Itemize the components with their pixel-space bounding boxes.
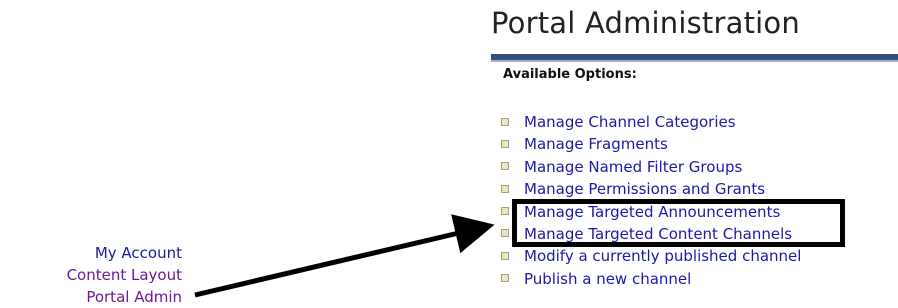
annotation-arrow-icon [194,214,495,298]
